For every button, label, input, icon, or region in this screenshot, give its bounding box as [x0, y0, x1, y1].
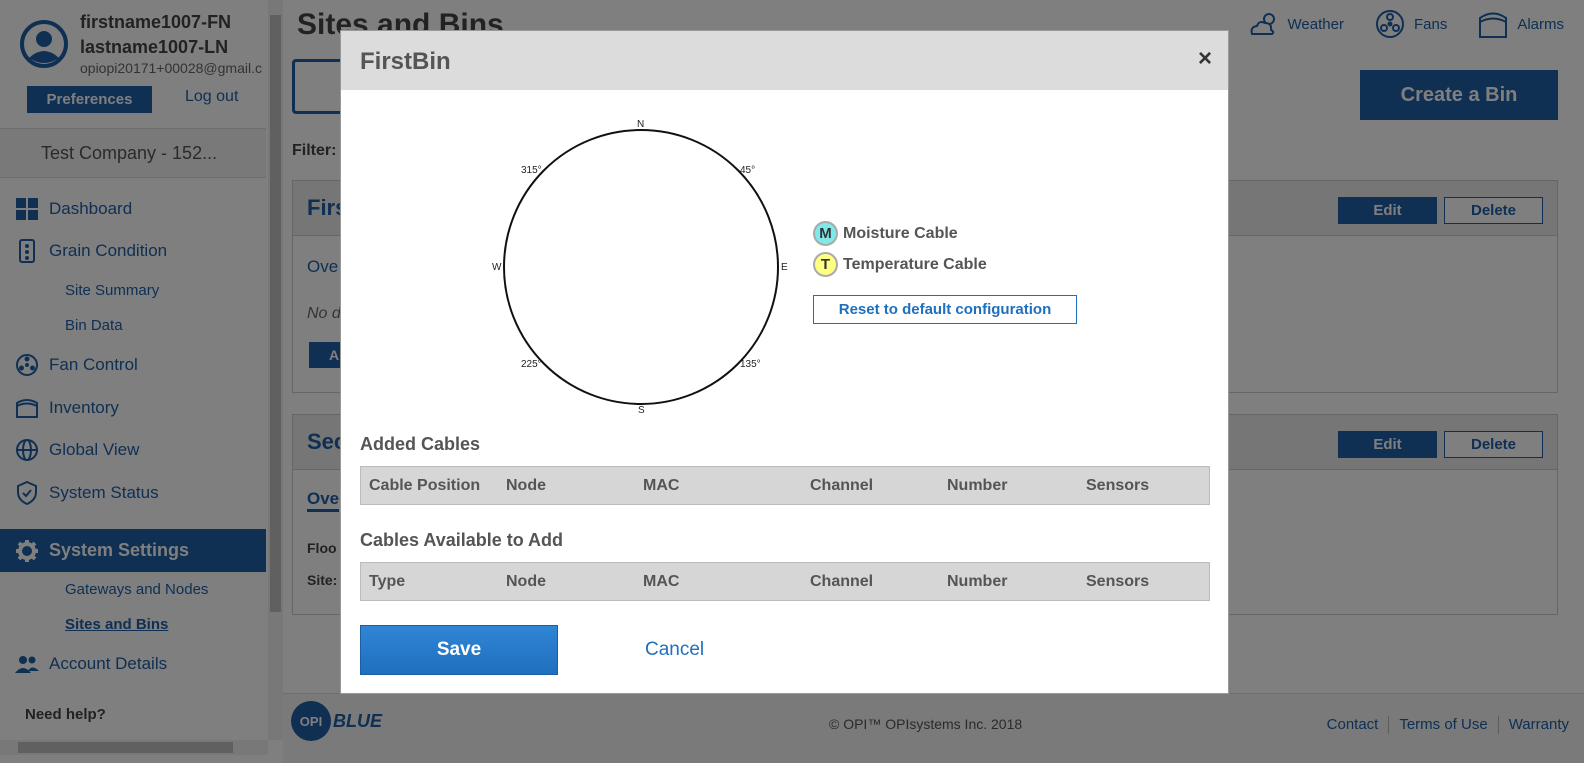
- reset-default-button[interactable]: Reset to default configuration: [813, 295, 1077, 324]
- legend-moisture[interactable]: M Moisture Cable: [813, 221, 987, 246]
- compass-45: 45°: [740, 165, 755, 176]
- bin-outline[interactable]: [503, 129, 779, 405]
- close-icon[interactable]: ×: [1195, 47, 1215, 71]
- legend-temperature[interactable]: T Temperature Cable: [813, 252, 987, 277]
- column-header[interactable]: Node: [506, 477, 546, 495]
- compass-n: N: [637, 119, 644, 130]
- save-button[interactable]: Save: [360, 625, 558, 675]
- added-cables-table-header: Cable Position Node MAC Channel Number S…: [360, 466, 1210, 505]
- available-cables-title: Cables Available to Add: [360, 530, 564, 550]
- column-header[interactable]: MAC: [643, 573, 679, 591]
- compass-w: W: [492, 262, 502, 273]
- column-header[interactable]: Type: [369, 573, 405, 591]
- cancel-link[interactable]: Cancel: [645, 639, 704, 661]
- legend-label: Moisture Cable: [843, 224, 958, 242]
- cable-legend: M Moisture Cable T Temperature Cable: [813, 221, 987, 283]
- compass-e: E: [781, 262, 788, 273]
- column-header[interactable]: Channel: [810, 573, 873, 591]
- modal-title: FirstBin: [360, 48, 451, 75]
- column-header[interactable]: Node: [506, 573, 546, 591]
- bin-compass-diagram[interactable]: N S W E 45° 135° 225° 315°: [481, 111, 801, 421]
- compass-225: 225°: [521, 359, 542, 370]
- temperature-cable-icon: T: [813, 252, 838, 277]
- compass-s: S: [638, 405, 645, 416]
- column-header[interactable]: Number: [947, 573, 1007, 591]
- column-header[interactable]: Sensors: [1086, 477, 1149, 495]
- column-header[interactable]: Sensors: [1086, 573, 1149, 591]
- bin-config-modal: FirstBin × N S W E 45° 135° 225° 315° M …: [340, 30, 1229, 694]
- column-header[interactable]: MAC: [643, 477, 679, 495]
- compass-135: 135°: [740, 359, 761, 370]
- column-header[interactable]: Cable Position: [369, 477, 480, 495]
- modal-header: FirstBin ×: [341, 31, 1228, 90]
- column-header[interactable]: Channel: [810, 477, 873, 495]
- legend-label: Temperature Cable: [843, 255, 987, 273]
- added-cables-title: Added Cables: [360, 434, 481, 454]
- available-cables-table-header: Type Node MAC Channel Number Sensors: [360, 562, 1210, 601]
- compass-315: 315°: [521, 165, 542, 176]
- column-header[interactable]: Number: [947, 477, 1007, 495]
- moisture-cable-icon: M: [813, 221, 838, 246]
